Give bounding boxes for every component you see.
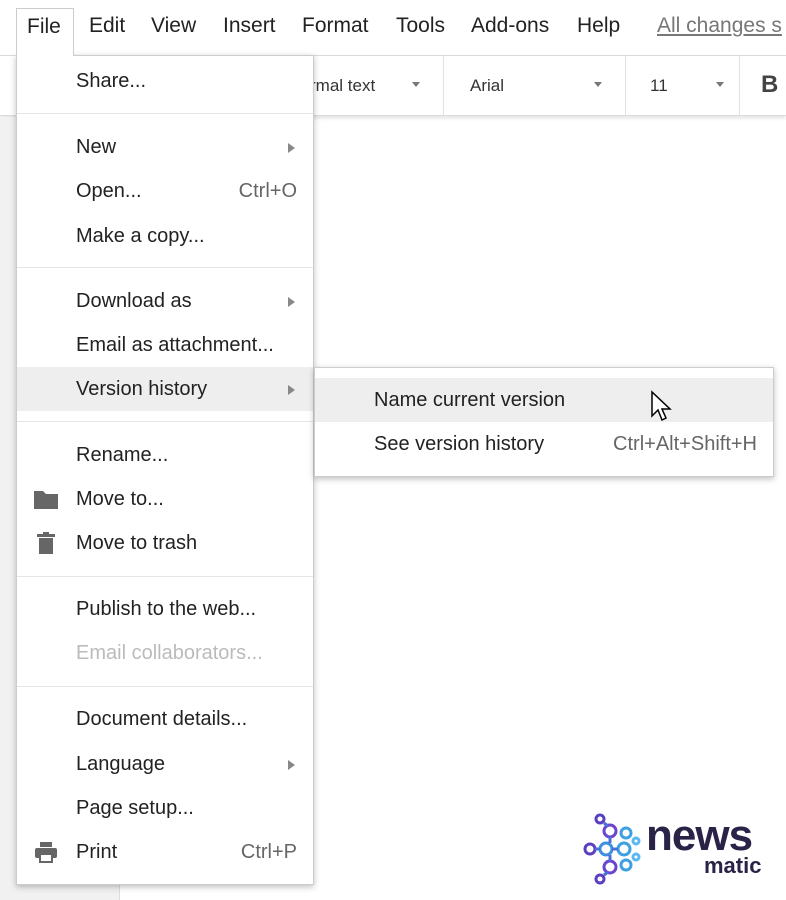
font-size-dropdown[interactable]: 11 — [650, 76, 668, 96]
menu-item-label: Page setup... — [76, 797, 194, 819]
submenu-item-see-version-history[interactable]: See version history Ctrl+Alt+Shift+H — [315, 422, 773, 466]
menu-item-label: New — [76, 136, 117, 158]
menu-item-label: Share... — [76, 70, 147, 92]
menu-item-language[interactable]: Language — [17, 742, 313, 786]
menu-help[interactable]: Help — [577, 14, 620, 38]
menu-item-label: Move to trash — [76, 532, 198, 554]
menu-item-document-details[interactable]: Document details... — [17, 697, 313, 741]
trash-icon — [33, 531, 59, 555]
newsmatic-logo: news matic — [580, 805, 780, 890]
file-menu: Share... New Open... Ctrl+O Make a copy... Do… — [16, 55, 314, 885]
save-status-link[interactable]: All changes s — [657, 14, 782, 38]
divider — [739, 56, 740, 116]
menu-item-move-to[interactable]: Move to... — [17, 477, 313, 521]
logo-hexagon-icon — [583, 813, 641, 885]
menu-item-new[interactable]: New — [17, 125, 313, 169]
menu-item-page-setup[interactable]: Page setup... — [17, 786, 313, 830]
menu-divider — [17, 113, 313, 114]
menu-tools[interactable]: Tools — [396, 14, 445, 38]
menu-divider — [17, 421, 313, 422]
folder-icon — [33, 487, 59, 511]
style-dropdown[interactable]: rmal text — [310, 76, 375, 96]
menu-addons[interactable]: Add-ons — [471, 14, 549, 38]
menu-item-label: Publish to the web... — [76, 598, 257, 620]
shortcut-label: Ctrl+Alt+Shift+H — [613, 433, 757, 455]
submenu-arrow-icon — [288, 385, 295, 395]
menu-item-download-as[interactable]: Download as — [17, 279, 313, 323]
font-dropdown[interactable]: Arial — [470, 76, 504, 96]
shortcut-label: Ctrl+O — [238, 180, 297, 202]
submenu-arrow-icon — [288, 297, 295, 307]
menu-item-label: Open... — [76, 180, 142, 202]
menu-item-share[interactable]: Share... — [17, 59, 313, 103]
menu-item-label: Move to... — [76, 488, 164, 510]
menu-file-label: File — [27, 15, 61, 38]
menu-divider — [17, 576, 313, 577]
menu-format[interactable]: Format — [302, 14, 369, 38]
menu-item-label: Version history — [76, 378, 208, 400]
menu-divider — [17, 267, 313, 268]
menu-item-email-collaborators: Email collaborators... — [17, 631, 313, 675]
menu-item-make-a-copy[interactable]: Make a copy... — [17, 214, 313, 258]
menu-file[interactable]: File — [16, 8, 74, 56]
menu-edit[interactable]: Edit — [89, 14, 125, 38]
submenu-item-label: Name current version — [374, 389, 566, 411]
menu-item-label: Print — [76, 841, 118, 863]
divider — [443, 56, 444, 116]
logo-text-matic: matic — [704, 853, 762, 878]
menu-item-publish-to-the-web[interactable]: Publish to the web... — [17, 587, 313, 631]
menu-item-move-to-trash[interactable]: Move to trash — [17, 521, 313, 565]
submenu-arrow-icon — [288, 760, 295, 770]
chevron-down-icon — [716, 82, 724, 87]
menu-divider — [17, 686, 313, 687]
version-history-submenu: Name current version See version history C… — [314, 367, 774, 477]
chevron-down-icon — [412, 82, 420, 87]
menu-item-label: Language — [76, 753, 165, 775]
menu-item-version-history[interactable]: Version history — [17, 367, 313, 411]
menu-item-label: Download as — [76, 290, 192, 312]
submenu-item-label: See version history — [374, 433, 545, 455]
divider — [625, 56, 626, 116]
menu-item-label: Email as attachment... — [76, 334, 274, 356]
menu-item-print[interactable]: Print Ctrl+P — [17, 830, 313, 874]
menu-item-rename[interactable]: Rename... — [17, 433, 313, 477]
bold-button[interactable]: B — [761, 71, 778, 99]
submenu-arrow-icon — [288, 143, 295, 153]
submenu-item-name-current-version[interactable]: Name current version — [315, 378, 773, 422]
menu-item-label: Make a copy... — [76, 225, 205, 247]
printer-icon — [33, 840, 59, 864]
chevron-down-icon — [594, 82, 602, 87]
mouse-cursor-icon — [651, 390, 672, 422]
menu-bar: File Edit View Insert Format Tools Add-o… — [0, 0, 786, 56]
menu-item-label: Document details... — [76, 708, 248, 730]
shortcut-label: Ctrl+P — [240, 841, 297, 863]
menu-item-label: Email collaborators... — [76, 642, 263, 664]
menu-item-email-as-attachment[interactable]: Email as attachment... — [17, 323, 313, 367]
menu-view[interactable]: View — [151, 14, 196, 38]
menu-item-open[interactable]: Open... Ctrl+O — [17, 169, 313, 213]
menu-insert[interactable]: Insert — [223, 14, 276, 38]
menu-item-label: Rename... — [76, 444, 169, 466]
